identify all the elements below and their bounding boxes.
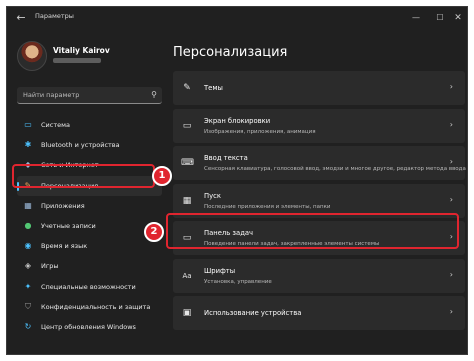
user-email-redacted [53,58,101,63]
network-icon: ◆ [24,160,32,170]
user-profile[interactable]: Vitaliy Kairov [17,41,167,79]
settings-list: ✎ Темы › ▭ Экран блокировки Изображения, прил… [173,71,466,334]
chevron-right-icon: › [449,269,453,279]
system-icon: ▭ [24,120,32,129]
apps-icon: ▦ [24,200,32,210]
sidebar-item-label: Bluetooth и устройства [41,141,120,150]
bluetooth-icon: ✱ [24,140,32,150]
keyboard-icon: ⌨ [181,158,194,168]
card-title: Темы [204,84,223,92]
sidebar-item-network[interactable]: ◆ Сеть и Интернет [17,155,162,175]
sidebar-item-label: Учетные записи [41,221,96,230]
sidebar-item-shield[interactable]: ⛉ Конфиденциальность и защита [17,297,162,317]
settings-card-themes[interactable]: ✎ Темы › [173,71,465,105]
sidebar-item-label: Специальные возможности [41,282,136,291]
sidebar-item-accessibility[interactable]: ✦ Специальные возможности [17,277,162,297]
avatar[interactable] [17,41,47,71]
fonts-icon: Aa [182,271,192,280]
settings-card-fonts[interactable]: Aa Шрифты Установка, управление › [173,258,465,293]
sidebar-nav: ▭ Система ✱ Bluetooth и устройства ◆ Сеть и И… [17,115,162,337]
card-description: Поведение панели задач, закрепленные эле… [204,241,380,247]
minimize-button[interactable]: — [405,10,427,26]
sidebar-item-brush[interactable]: ✎ Персонализация [17,175,162,196]
sidebar-item-label: Центр обновления Windows [41,322,136,331]
user-name: Vitaliy Kairov [53,46,110,55]
card-title: Пуск [204,191,221,200]
sidebar-item-label: Система [41,121,71,129]
title-bar: ← Параметры — ☐ ✕ [7,7,467,29]
gamepad-icon: ◈ [24,261,32,271]
themes-icon: ✎ [183,83,191,93]
settings-card-device-usage[interactable]: ▣ Использование устройства › [173,296,465,330]
chevron-right-icon: › [449,82,453,91]
sidebar-item-apps[interactable]: ▦ Приложения [17,196,162,216]
device-usage-icon: ▣ [182,308,192,318]
sidebar-item-gamepad[interactable]: ◈ Игры [17,256,162,276]
update-icon: ↻ [24,321,32,331]
start-icon: ▦ [182,195,192,206]
sidebar-item-label: Конфиденциальность и защита [41,302,151,311]
search-input[interactable]: Найти параметр ⚲ [17,87,162,104]
window-title: Параметры [35,12,74,20]
search-placeholder: Найти параметр [23,91,80,99]
sidebar-item-label: Персонализация [41,181,99,190]
card-title: Использование устройства [204,309,302,317]
sidebar-item-label: Игры [41,262,59,271]
sidebar-item-label: Сеть и Интернет [41,161,99,170]
card-description: Сенсорная клавиатура, голосовой ввод, эм… [204,166,466,172]
card-title: Экран блокировки [204,116,271,125]
accessibility-icon: ✦ [24,281,32,291]
sidebar-item-bluetooth[interactable]: ✱ Bluetooth и устройства [17,135,162,155]
shield-icon: ⛉ [25,301,31,311]
card-description: Установка, управление [204,278,272,285]
chevron-right-icon: › [449,157,453,166]
step-badge-2: 2 [144,222,164,242]
sidebar-item-globe[interactable]: ◉ Время и язык [17,236,162,256]
card-title: Панель задач [204,229,254,237]
lock-screen-icon: ▭ [182,120,192,131]
card-title: Ввод текста [204,154,248,162]
page-title: Персонализация [173,45,288,60]
accounts-icon: ● [24,220,32,230]
chevron-right-icon: › [449,307,453,316]
back-arrow-icon[interactable]: ← [13,10,29,26]
sidebar-item-update[interactable]: ↻ Центр обновления Windows [17,317,162,337]
settings-card-taskbar[interactable]: ▭ Панель задач Поведение панели задач, зак… [173,221,465,255]
sidebar-item-system[interactable]: ▭ Система [17,115,162,135]
search-icon: ⚲ [151,90,157,99]
chevron-right-icon: › [449,194,453,204]
settings-card-start[interactable]: ▦ Пуск Последние приложения и элементы, па… [173,183,465,218]
card-title: Шрифты [204,266,236,275]
taskbar-icon: ▭ [182,233,192,243]
chevron-right-icon: › [449,119,453,129]
brush-icon: ✎ [24,180,32,190]
settings-card-lock-screen[interactable]: ▭ Экран блокировки Изображения, приложения… [173,108,465,143]
settings-card-keyboard[interactable]: ⌨ Ввод текста Сенсорная клавиатура, голосо… [173,146,466,180]
chevron-right-icon: › [449,232,453,241]
close-button[interactable]: ✕ [447,10,467,26]
step-badge-1: 1 [152,166,172,186]
sidebar-item-label: Время и язык [41,242,88,251]
card-description: Изображения, приложения, анимация [204,128,316,135]
globe-icon: ◉ [24,241,32,251]
card-description: Последние приложения и элементы, папки [204,203,331,210]
sidebar-item-accounts[interactable]: ● Учетные записи [17,216,162,236]
settings-window: ← Параметры — ☐ ✕ Vitaliy Kairov Найти п… [6,6,468,355]
sidebar-item-label: Приложения [41,201,85,210]
